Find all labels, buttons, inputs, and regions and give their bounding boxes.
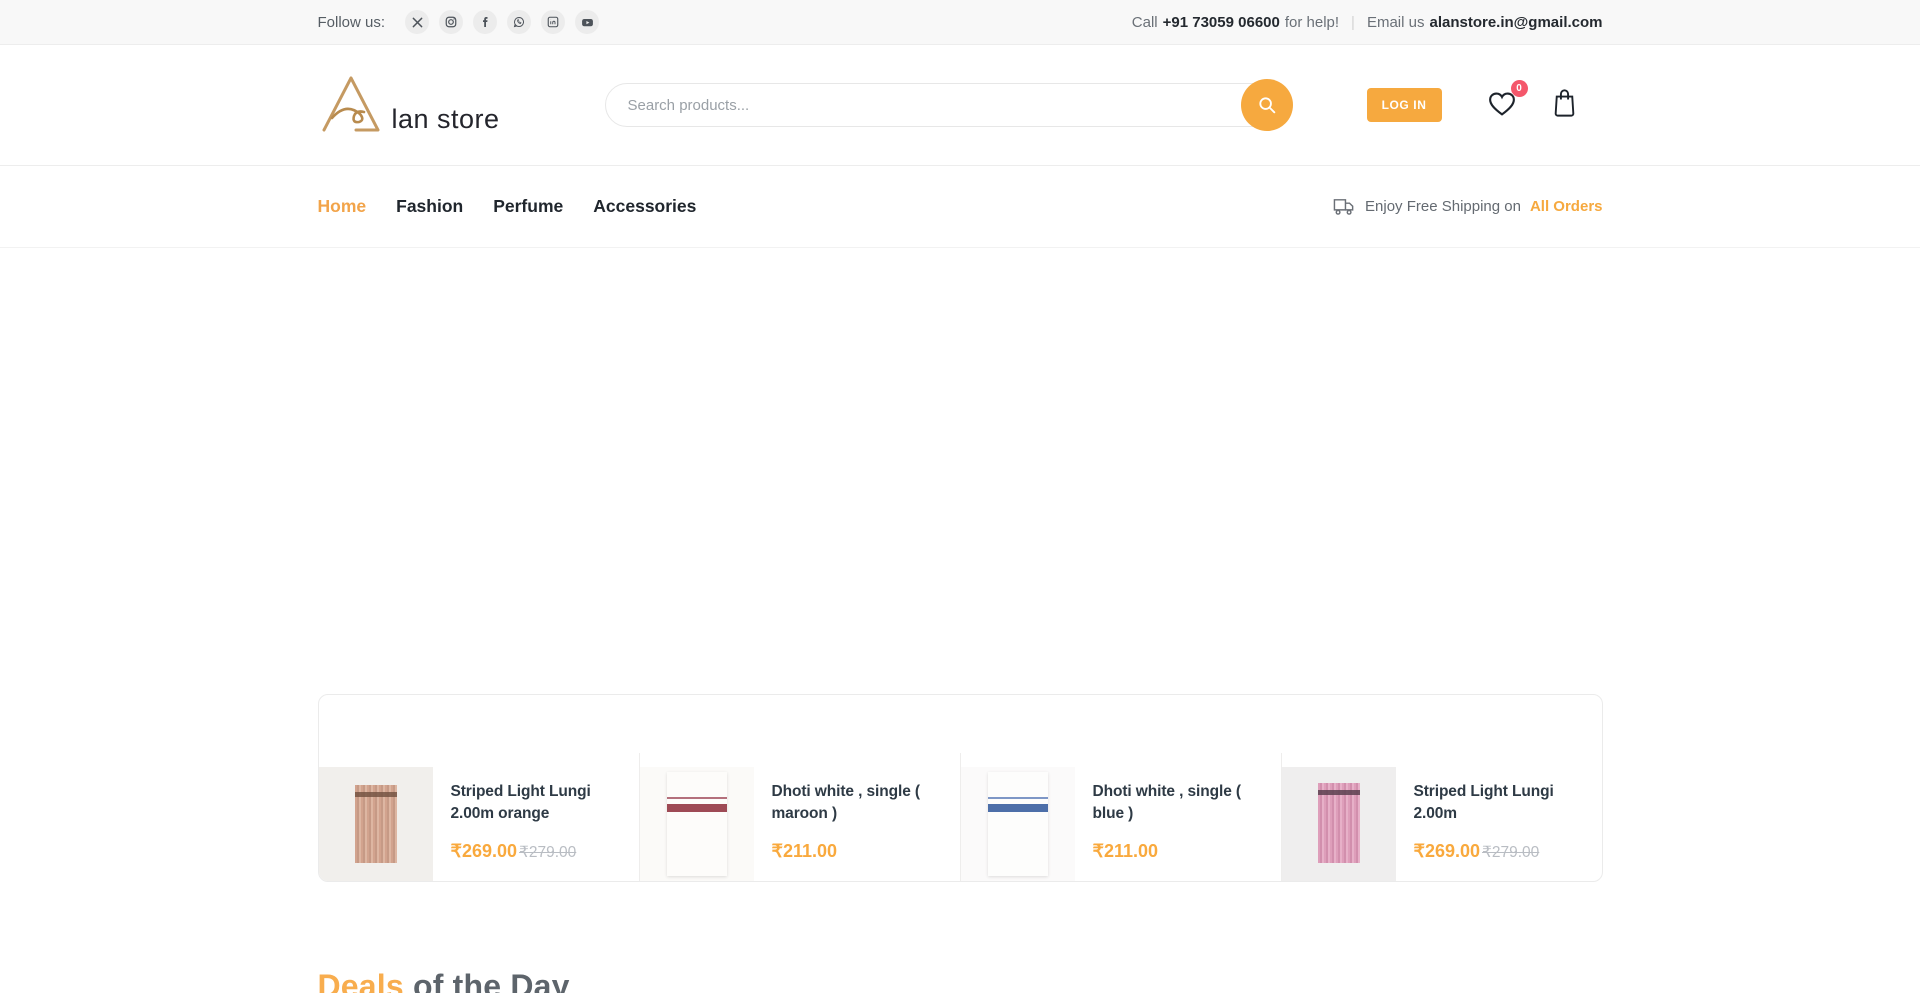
- facebook-icon[interactable]: [473, 10, 497, 34]
- email-prefix: Email us: [1367, 14, 1425, 31]
- product-title: Dhoti white , single ( maroon ): [772, 781, 954, 826]
- cart-button[interactable]: [1550, 87, 1579, 123]
- whatsapp-icon[interactable]: [507, 10, 531, 34]
- phone-number[interactable]: +91 73059 06600: [1163, 14, 1280, 31]
- search-icon: [1256, 94, 1278, 116]
- product-image: [1282, 767, 1396, 881]
- topbar: Follow us:: [0, 0, 1920, 45]
- hero-slider-area: [0, 248, 1920, 694]
- brand-logo-a-icon: [318, 72, 390, 139]
- brand-logo[interactable]: lan store: [318, 72, 500, 139]
- shipping-highlight[interactable]: All Orders: [1530, 198, 1603, 215]
- deals-heading-highlight: Deals: [318, 968, 404, 993]
- wishlist-button[interactable]: 0: [1486, 88, 1518, 122]
- nav-item-accessories[interactable]: Accessories: [593, 196, 696, 217]
- featured-products-strip: Striped Light Lungi 2.00m orange ₹269.00…: [318, 694, 1603, 882]
- product-card[interactable]: Striped Light Lungi 2.00m ₹269.00 ₹279.0…: [1282, 767, 1602, 881]
- search-button[interactable]: [1241, 79, 1293, 131]
- shipping-text: Enjoy Free Shipping on: [1365, 198, 1521, 215]
- shopping-bag-icon: [1550, 87, 1579, 118]
- product-price: ₹269.00: [1414, 841, 1481, 862]
- product-card[interactable]: Dhoti white , single ( maroon ) ₹211.00: [640, 767, 960, 881]
- youtube-icon[interactable]: [575, 10, 599, 34]
- nav-item-perfume[interactable]: Perfume: [493, 196, 563, 217]
- search-bar: [605, 83, 1292, 127]
- dhoti-blue-fabric: [988, 772, 1048, 876]
- call-prefix: Call: [1132, 14, 1158, 31]
- deals-heading-rest: of the Day: [404, 968, 570, 993]
- product-card[interactable]: Striped Light Lungi 2.00m orange ₹269.00…: [319, 767, 639, 881]
- product-price: ₹211.00: [772, 841, 838, 862]
- deals-of-the-day-heading: Deals of the Day: [318, 968, 1603, 993]
- product-image: [640, 767, 754, 881]
- login-button[interactable]: LOG IN: [1367, 88, 1442, 122]
- topbar-divider: |: [1351, 14, 1355, 31]
- product-price: ₹269.00: [451, 841, 518, 862]
- email-address[interactable]: alanstore.in@gmail.com: [1429, 14, 1602, 31]
- product-old-price: ₹279.00: [519, 843, 576, 862]
- nav-item-home[interactable]: Home: [318, 196, 367, 217]
- truck-icon: [1333, 198, 1356, 216]
- product-title: Dhoti white , single ( blue ): [1093, 781, 1275, 826]
- free-shipping-note: Enjoy Free Shipping on All Orders: [1333, 198, 1602, 216]
- product-title: Striped Light Lungi 2.00m orange: [451, 781, 633, 826]
- nav-item-fashion[interactable]: Fashion: [396, 196, 463, 217]
- main-nav: Home Fashion Perfume Accessories Enjoy F…: [0, 166, 1920, 248]
- brand-wordmark: lan store: [392, 104, 500, 139]
- wishlist-count-badge: 0: [1511, 80, 1528, 97]
- linkedin-icon[interactable]: [541, 10, 565, 34]
- product-old-price: ₹279.00: [1482, 843, 1539, 862]
- instagram-icon[interactable]: [439, 10, 463, 34]
- product-image: [961, 767, 1075, 881]
- header: lan store LOG IN 0: [0, 45, 1920, 166]
- dhoti-maroon-fabric: [667, 772, 727, 876]
- product-card[interactable]: Dhoti white , single ( blue ) ₹211.00: [961, 767, 1281, 881]
- lungi-pink-fabric: [1318, 783, 1360, 863]
- lungi-orange-fabric: [355, 785, 397, 863]
- product-price: ₹211.00: [1093, 841, 1159, 862]
- product-image: [319, 767, 433, 881]
- call-suffix: for help!: [1285, 14, 1339, 31]
- product-title: Striped Light Lungi 2.00m: [1414, 781, 1596, 826]
- search-input[interactable]: [628, 97, 1208, 114]
- follow-us-label: Follow us:: [318, 14, 386, 31]
- x-twitter-icon[interactable]: [405, 10, 429, 34]
